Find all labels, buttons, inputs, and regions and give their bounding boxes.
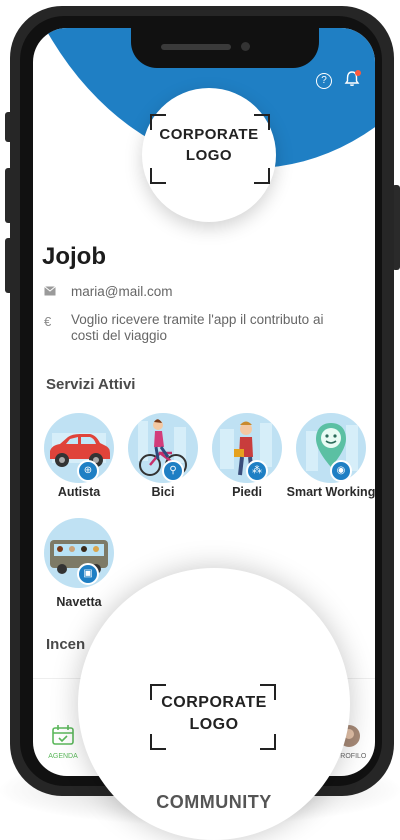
service-label-smart-working: Smart Working xyxy=(286,485,375,499)
logo-corner-br-2 xyxy=(260,734,276,750)
community-label: COMMUNITY xyxy=(156,792,272,812)
logo-text-line1-bottom: CORPORATE xyxy=(161,694,267,711)
location-badge-icon: ◉ xyxy=(330,460,352,482)
contribution-line-1: Voglio ricevere tramite l'app il contrib… xyxy=(71,312,324,327)
email-icon xyxy=(44,285,56,299)
help-circle-icon[interactable]: ? xyxy=(316,73,332,89)
front-camera xyxy=(241,42,250,51)
logo-text-line1: CORPORATE xyxy=(159,126,259,143)
logo-corner-bl-2 xyxy=(150,734,166,750)
profile-name: Jojob xyxy=(42,243,106,270)
logo-corner-br xyxy=(254,168,270,184)
bike-badge-icon: ⚲ xyxy=(162,460,184,482)
logo-text-line2-bottom: LOGO xyxy=(189,716,239,733)
profile-email: maria@mail.com xyxy=(71,284,173,299)
bus-badge-icon: ▣ xyxy=(77,563,99,585)
corporate-logo-bottom: CORPORATE LOGO COMMUNITY xyxy=(78,568,350,840)
services-title: Servizi Attivi xyxy=(46,376,136,393)
incentives-title: Incen xyxy=(46,636,86,653)
service-label-navetta: Navetta xyxy=(56,595,102,609)
steering-wheel-icon: ⊕ xyxy=(77,460,99,482)
notification-dot xyxy=(355,70,361,76)
corporate-logo-top: CORPORATE LOGO xyxy=(142,88,276,222)
euro-icon: € xyxy=(44,314,52,329)
contribution-text: Voglio ricevere tramite l'app il contrib… xyxy=(71,312,371,344)
earpiece-speaker xyxy=(161,44,231,50)
logo-corner-bl xyxy=(150,168,166,184)
logo-text-line2: LOGO xyxy=(185,147,233,164)
nav-agenda-label: AGENDA xyxy=(48,753,78,760)
agenda-calendar-icon[interactable] xyxy=(51,724,75,751)
footsteps-icon: ⁂ xyxy=(246,460,268,482)
contribution-line-2: costi del viaggio xyxy=(71,328,168,343)
